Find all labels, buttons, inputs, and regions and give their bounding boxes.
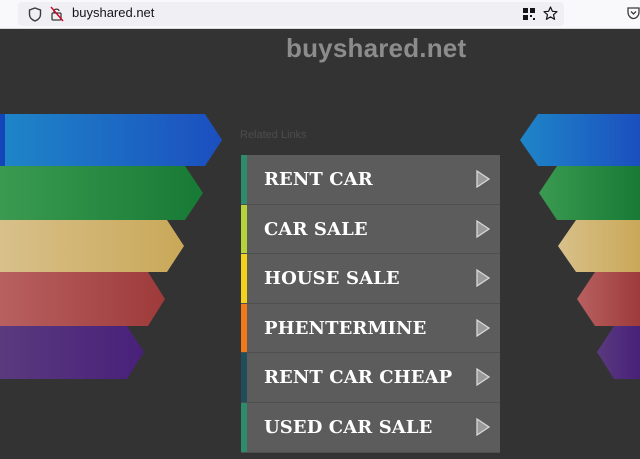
play-arrow-icon: [476, 417, 490, 436]
left-arrow-blue: [0, 114, 222, 166]
play-arrow-icon: [476, 269, 490, 288]
link-label: RENT CAR: [264, 169, 373, 190]
link-used-car-sale[interactable]: USED CAR SALE: [241, 402, 500, 453]
accent-bar: [241, 204, 247, 254]
right-arrow-green: [539, 166, 640, 220]
accent-bar: [241, 254, 247, 303]
link-phentermine[interactable]: PHENTERMINE: [241, 303, 500, 354]
left-arrow-red: [0, 272, 165, 326]
left-arrow-purple: [0, 326, 144, 379]
link-rent-car-cheap[interactable]: RENT CAR CHEAP: [241, 353, 500, 403]
link-label: PHENTERMINE: [264, 317, 427, 339]
link-house-sale[interactable]: HOUSE SALE: [241, 254, 500, 304]
play-arrow-icon: [476, 368, 490, 387]
related-links-heading: Related Links: [240, 129, 307, 141]
right-arrow-tan: [558, 220, 640, 272]
accent-bar: [241, 353, 247, 402]
link-label: USED CAR SALE: [264, 416, 433, 438]
left-arrow-edge: [0, 114, 5, 166]
link-rent-car[interactable]: RENT CAR: [241, 155, 500, 205]
right-arrow-red: [577, 272, 640, 326]
right-arrow-purple: [597, 326, 640, 379]
left-arrow-tan: [0, 220, 184, 272]
link-label: RENT CAR CHEAP: [264, 367, 453, 389]
accent-bar: [241, 303, 247, 353]
link-label: CAR SALE: [264, 218, 368, 240]
accent-bar: [241, 402, 247, 452]
play-arrow-icon: [476, 170, 490, 188]
link-label: HOUSE SALE: [264, 268, 400, 290]
left-arrow-green: [0, 166, 203, 220]
related-links-menu: RENT CAR CAR SALE HOUSE SALE PHENTERMINE…: [241, 155, 500, 453]
right-arrow-blue: [520, 114, 640, 166]
play-arrow-icon: [476, 219, 490, 238]
accent-bar: [241, 155, 247, 204]
play-arrow-icon: [476, 318, 490, 337]
link-car-sale[interactable]: CAR SALE: [241, 204, 500, 255]
